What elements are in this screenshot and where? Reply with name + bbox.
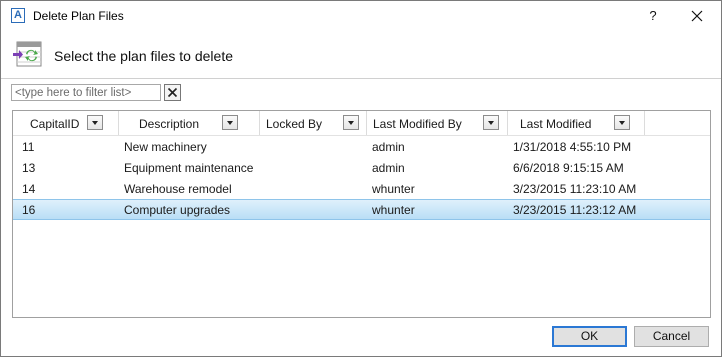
column-label: Locked By xyxy=(266,117,323,131)
header-divider xyxy=(1,78,721,79)
cell-last-modified-by: admin xyxy=(372,161,405,175)
column-label: Description xyxy=(139,117,200,131)
column-header-last-modified-by[interactable]: Last Modified By xyxy=(367,111,508,135)
header-instruction: Select the plan files to delete xyxy=(54,48,234,64)
title-bar: A Delete Plan Files ? xyxy=(1,1,721,31)
column-header-last-modified[interactable]: Last Modified xyxy=(508,111,645,135)
cell-capitalid: 14 xyxy=(22,182,36,196)
filter-input[interactable] xyxy=(11,84,161,101)
table-row-selected[interactable]: 16 Computer upgrades whunter 3/23/2015 1… xyxy=(13,199,710,220)
close-icon xyxy=(691,10,703,22)
cell-last-modified: 3/23/2015 11:23:12 AM xyxy=(513,203,637,217)
filter-dropdown-icon[interactable] xyxy=(483,115,499,130)
cell-last-modified-by: whunter xyxy=(372,203,415,217)
cell-description: New machinery xyxy=(124,140,207,154)
cell-capitalid: 16 xyxy=(22,203,36,217)
clear-filter-button[interactable] xyxy=(164,84,181,101)
help-button[interactable]: ? xyxy=(641,4,665,28)
cell-last-modified: 1/31/2018 4:55:10 PM xyxy=(513,140,632,154)
filter-dropdown-icon[interactable] xyxy=(614,115,630,130)
cell-last-modified-by: whunter xyxy=(372,182,415,196)
column-header-capitalid[interactable]: CapitalID xyxy=(13,111,119,135)
filter-dropdown-icon[interactable] xyxy=(343,115,359,130)
cancel-button[interactable]: Cancel xyxy=(634,326,709,347)
header-row: Select the plan files to delete xyxy=(1,35,721,75)
app-icon: A xyxy=(11,8,25,23)
cell-capitalid: 11 xyxy=(22,140,35,154)
cell-description: Equipment maintenance xyxy=(124,161,254,175)
close-button[interactable] xyxy=(683,4,711,28)
cell-capitalid: 13 xyxy=(22,161,36,175)
column-header-description[interactable]: Description xyxy=(119,111,260,135)
ok-button[interactable]: OK xyxy=(552,326,627,347)
filter-dropdown-icon[interactable] xyxy=(222,115,238,130)
column-label: Last Modified xyxy=(520,117,592,131)
cell-description: Computer upgrades xyxy=(124,203,231,217)
column-label: Last Modified By xyxy=(373,117,462,131)
table-row[interactable]: 11 New machinery admin 1/31/2018 4:55:10… xyxy=(13,136,710,157)
cell-last-modified-by: admin xyxy=(372,140,405,154)
cell-last-modified: 6/6/2018 9:15:15 AM xyxy=(513,161,624,175)
grid-header: CapitalID Description Locked By Last Mod… xyxy=(13,111,710,136)
dialog-window: A Delete Plan Files ? Select the plan fi… xyxy=(0,0,722,357)
cell-description: Warehouse remodel xyxy=(124,182,232,196)
cell-last-modified: 3/23/2015 11:23:10 AM xyxy=(513,182,637,196)
delete-plan-files-icon xyxy=(13,41,42,67)
clear-icon xyxy=(167,87,178,98)
table-row[interactable]: 14 Warehouse remodel whunter 3/23/2015 1… xyxy=(13,178,710,199)
plan-files-grid[interactable]: CapitalID Description Locked By Last Mod… xyxy=(12,110,711,318)
column-label: CapitalID xyxy=(30,117,80,131)
filter-dropdown-icon[interactable] xyxy=(87,115,103,130)
column-header-locked-by[interactable]: Locked By xyxy=(260,111,367,135)
table-row[interactable]: 13 Equipment maintenance admin 6/6/2018 … xyxy=(13,157,710,178)
window-title: Delete Plan Files xyxy=(33,9,124,23)
